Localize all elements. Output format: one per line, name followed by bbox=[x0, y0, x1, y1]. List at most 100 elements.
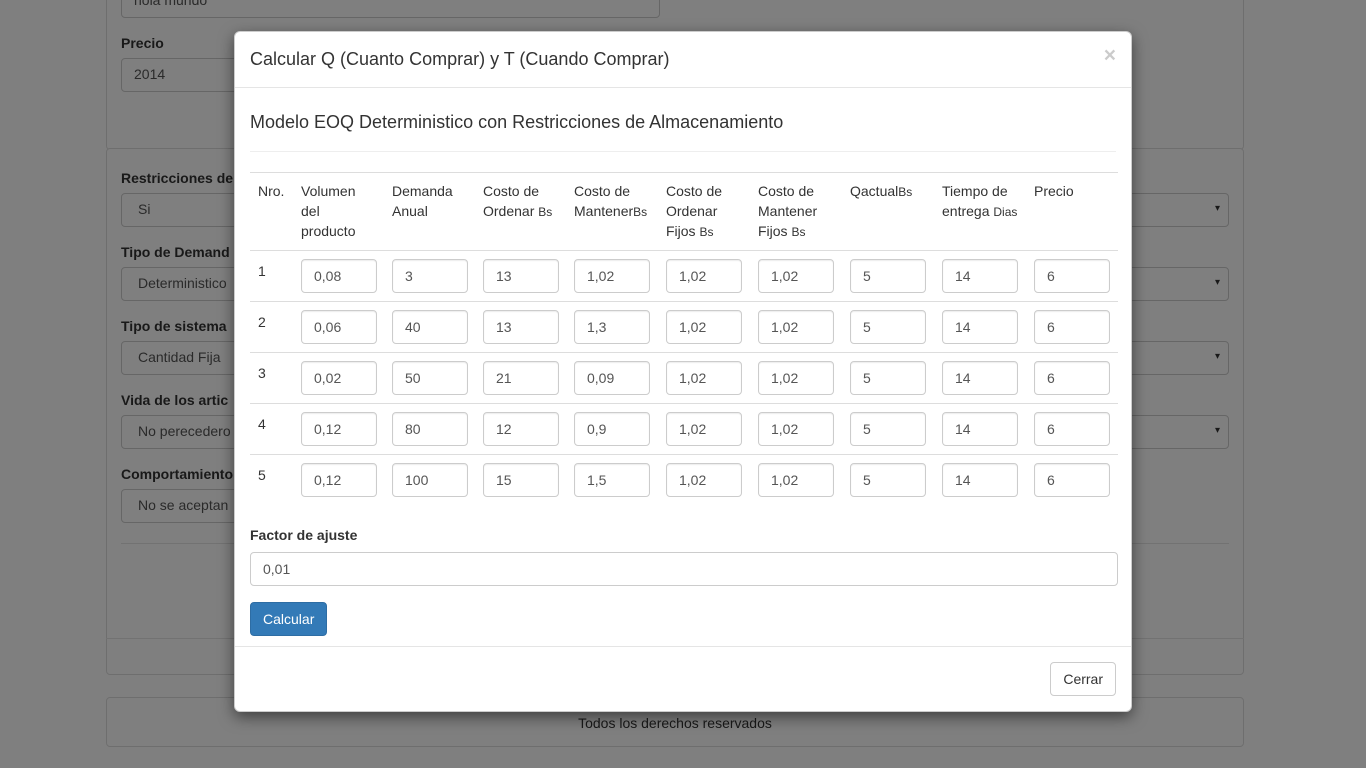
table-cell bbox=[842, 454, 934, 506]
costo-mantener-input[interactable] bbox=[574, 412, 650, 446]
qactual-input[interactable] bbox=[850, 463, 926, 497]
costo-mantener-input[interactable] bbox=[574, 310, 650, 344]
costo-ordenar-fijos-input[interactable] bbox=[666, 361, 742, 395]
table-cell bbox=[750, 403, 842, 455]
demanda-input[interactable] bbox=[392, 361, 468, 395]
table-cell bbox=[566, 454, 658, 506]
volumen-input[interactable] bbox=[301, 310, 377, 344]
qactual-input[interactable] bbox=[850, 259, 926, 293]
row-number: 5 bbox=[258, 467, 266, 483]
volumen-input[interactable] bbox=[301, 361, 377, 395]
table-cell bbox=[842, 403, 934, 455]
table-cell bbox=[475, 352, 566, 404]
table-cell bbox=[750, 352, 842, 404]
costo-mantener-fijos-input[interactable] bbox=[758, 361, 834, 395]
costo-ordenar-input[interactable] bbox=[483, 463, 559, 497]
costo-ordenar-fijos-input[interactable] bbox=[666, 310, 742, 344]
costo-mantener-fijos-input[interactable] bbox=[758, 412, 834, 446]
tiempo-entrega-input[interactable] bbox=[942, 259, 1018, 293]
demanda-input[interactable] bbox=[392, 463, 468, 497]
cerrar-button[interactable]: Cerrar bbox=[1050, 662, 1116, 696]
col-header-precio: Precio bbox=[1026, 172, 1118, 251]
table-cell bbox=[658, 301, 750, 353]
col-header-qactual: QactualBs bbox=[842, 172, 934, 251]
costo-mantener-input[interactable] bbox=[574, 463, 650, 497]
costo-mantener-fijos-input[interactable] bbox=[758, 463, 834, 497]
table-cell bbox=[1026, 301, 1118, 353]
eoq-table: Nro. Volumen del producto Demanda Anual … bbox=[250, 172, 1118, 506]
modal-header: Calcular Q (Cuanto Comprar) y T (Cuando … bbox=[235, 32, 1131, 88]
factor-ajuste-label: Factor de ajuste bbox=[250, 526, 358, 543]
table-header-row: Nro. Volumen del producto Demanda Anual … bbox=[250, 172, 1118, 251]
calcular-button[interactable]: Calcular bbox=[250, 601, 328, 636]
row-number-cell: 2 bbox=[250, 301, 293, 353]
row-number: 3 bbox=[258, 365, 266, 381]
demanda-input[interactable] bbox=[392, 412, 468, 446]
qactual-input[interactable] bbox=[850, 361, 926, 395]
costo-ordenar-input[interactable] bbox=[483, 310, 559, 344]
demanda-input[interactable] bbox=[392, 310, 468, 344]
volumen-input[interactable] bbox=[301, 412, 377, 446]
table-cell bbox=[475, 403, 566, 455]
row-number-cell: 1 bbox=[250, 250, 293, 302]
modal-body: Modelo EOQ Deterministico con Restriccio… bbox=[235, 88, 1131, 636]
table-cell bbox=[1026, 403, 1118, 455]
table-row: 1 bbox=[250, 250, 1118, 302]
table-cell bbox=[842, 301, 934, 353]
tiempo-entrega-input[interactable] bbox=[942, 412, 1018, 446]
demanda-input[interactable] bbox=[392, 259, 468, 293]
costo-mantener-input[interactable] bbox=[574, 361, 650, 395]
row-number: 2 bbox=[258, 314, 266, 330]
costo-mantener-input[interactable] bbox=[574, 259, 650, 293]
table-cell bbox=[566, 403, 658, 455]
table-cell bbox=[934, 352, 1026, 404]
table-cell bbox=[750, 250, 842, 302]
calcular-modal: Calcular Q (Cuanto Comprar) y T (Cuando … bbox=[234, 31, 1132, 712]
costo-ordenar-input[interactable] bbox=[483, 259, 559, 293]
table-cell bbox=[293, 454, 384, 506]
model-subtitle: Modelo EOQ Deterministico con Restriccio… bbox=[250, 88, 1116, 152]
costo-ordenar-fijos-input[interactable] bbox=[666, 259, 742, 293]
tiempo-entrega-input[interactable] bbox=[942, 361, 1018, 395]
table-cell bbox=[1026, 454, 1118, 506]
table-cell bbox=[384, 352, 475, 404]
table-cell bbox=[475, 301, 566, 353]
precio-input[interactable] bbox=[1034, 412, 1110, 446]
volumen-input[interactable] bbox=[301, 259, 377, 293]
qactual-input[interactable] bbox=[850, 310, 926, 344]
tiempo-entrega-input[interactable] bbox=[942, 310, 1018, 344]
costo-ordenar-fijos-input[interactable] bbox=[666, 412, 742, 446]
table-cell bbox=[566, 352, 658, 404]
costo-ordenar-fijos-input[interactable] bbox=[666, 463, 742, 497]
table-cell bbox=[384, 454, 475, 506]
costo-mantener-fijos-input[interactable] bbox=[758, 259, 834, 293]
costo-ordenar-input[interactable] bbox=[483, 361, 559, 395]
factor-ajuste-input[interactable] bbox=[250, 551, 1118, 586]
precio-input[interactable] bbox=[1034, 361, 1110, 395]
costo-mantener-fijos-input[interactable] bbox=[758, 310, 834, 344]
costo-ordenar-input[interactable] bbox=[483, 412, 559, 446]
table-cell bbox=[293, 250, 384, 302]
table-cell bbox=[293, 403, 384, 455]
row-number: 1 bbox=[258, 263, 266, 279]
row-number-cell: 3 bbox=[250, 352, 293, 404]
table-cell bbox=[384, 403, 475, 455]
qactual-input[interactable] bbox=[850, 412, 926, 446]
table-row: 2 bbox=[250, 301, 1118, 353]
tiempo-entrega-input[interactable] bbox=[942, 463, 1018, 497]
table-cell bbox=[475, 454, 566, 506]
table-cell bbox=[934, 454, 1026, 506]
col-header-costo-mantener: Costo de MantenerBs bbox=[566, 172, 658, 251]
volumen-input[interactable] bbox=[301, 463, 377, 497]
close-icon[interactable]: × bbox=[1104, 45, 1116, 66]
precio-input[interactable] bbox=[1034, 463, 1110, 497]
table-cell bbox=[750, 454, 842, 506]
precio-input[interactable] bbox=[1034, 259, 1110, 293]
table-cell bbox=[293, 301, 384, 353]
table-cell bbox=[566, 301, 658, 353]
precio-input[interactable] bbox=[1034, 310, 1110, 344]
table-cell bbox=[934, 403, 1026, 455]
table-cell bbox=[566, 250, 658, 302]
table-cell bbox=[934, 250, 1026, 302]
table-cell bbox=[842, 250, 934, 302]
